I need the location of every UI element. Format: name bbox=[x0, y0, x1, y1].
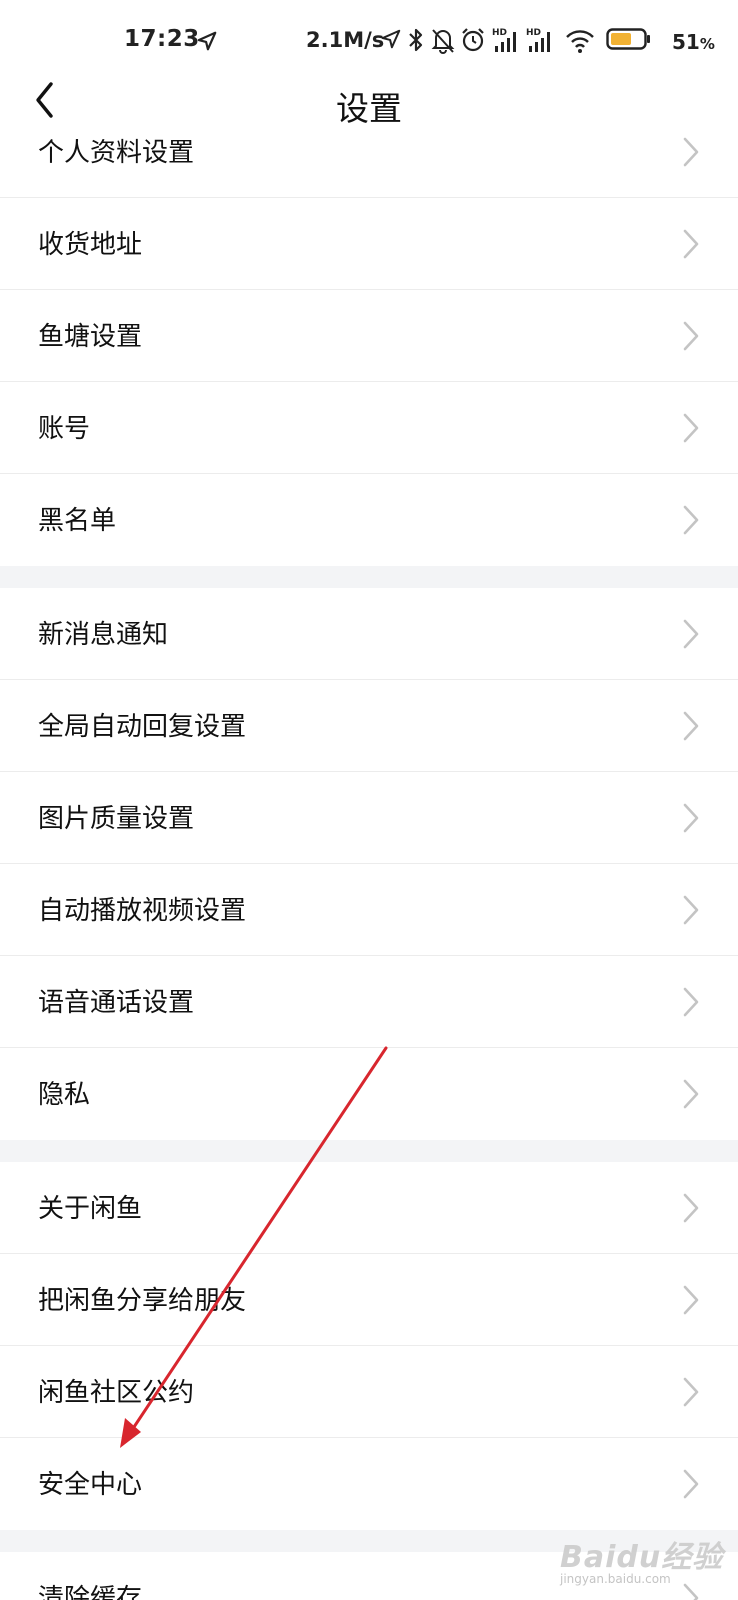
chevron-right-icon bbox=[683, 987, 699, 1017]
chevron-right-icon bbox=[683, 895, 699, 925]
chevron-right-icon bbox=[683, 1285, 699, 1315]
svg-text:HD: HD bbox=[492, 28, 507, 38]
settings-row[interactable]: 关于闲鱼 bbox=[0, 1162, 738, 1254]
settings-row-label: 收货地址 bbox=[38, 230, 143, 260]
settings-row[interactable]: 语音通话设置 bbox=[0, 956, 738, 1048]
chevron-right-icon bbox=[683, 1079, 699, 1109]
signal-icon: HD bbox=[492, 28, 516, 52]
bluetooth-icon bbox=[409, 28, 423, 52]
wifi-icon bbox=[566, 30, 594, 53]
settings-row-label: 隐私 bbox=[38, 1080, 91, 1110]
bell-muted-icon bbox=[431, 29, 455, 54]
chevron-right-icon bbox=[683, 1469, 699, 1499]
chevron-right-icon bbox=[683, 505, 699, 535]
settings-list: 个人资料设置 收货地址 鱼塘设置 账号 黑名单 新消息通知 全局自动回复设置 图片质量设置 自动… bbox=[0, 0, 738, 1600]
settings-row-label: 关于闲鱼 bbox=[38, 1194, 143, 1224]
settings-row-label: 黑名单 bbox=[38, 506, 117, 536]
settings-row-label: 账号 bbox=[38, 414, 91, 444]
chevron-right-icon bbox=[683, 229, 699, 259]
chevron-right-icon bbox=[683, 413, 699, 443]
section-gap bbox=[0, 1140, 738, 1162]
settings-row-label: 自动播放视频设置 bbox=[38, 896, 247, 926]
settings-row-label: 全局自动回复设置 bbox=[38, 712, 247, 742]
chevron-right-icon bbox=[683, 1583, 699, 1600]
status-time: 17:23 bbox=[124, 26, 200, 52]
chevron-right-icon bbox=[683, 619, 699, 649]
location-arrow-icon bbox=[197, 31, 217, 51]
settings-row-label: 清除缓存 bbox=[38, 1584, 143, 1600]
signal-icon: HD bbox=[526, 28, 550, 52]
settings-row[interactable]: 闲鱼社区公约 bbox=[0, 1346, 738, 1438]
chevron-right-icon bbox=[683, 803, 699, 833]
settings-row-label: 鱼塘设置 bbox=[38, 322, 143, 352]
settings-row[interactable]: 账号 bbox=[0, 382, 738, 474]
settings-row[interactable]: 清除缓存 bbox=[0, 1552, 738, 1600]
settings-row-label: 安全中心 bbox=[38, 1470, 143, 1500]
settings-row-label: 图片质量设置 bbox=[38, 804, 195, 834]
settings-row[interactable]: 隐私 bbox=[0, 1048, 738, 1140]
network-speed: 2.1M/s bbox=[306, 28, 385, 52]
alarm-icon bbox=[462, 28, 484, 52]
settings-row-label: 闲鱼社区公约 bbox=[38, 1378, 195, 1408]
chevron-right-icon bbox=[683, 711, 699, 741]
settings-row[interactable]: 鱼塘设置 bbox=[0, 290, 738, 382]
chevron-right-icon bbox=[683, 1193, 699, 1223]
settings-row[interactable]: 黑名单 bbox=[0, 474, 738, 566]
chevron-right-icon bbox=[683, 321, 699, 351]
section-gap bbox=[0, 1530, 738, 1552]
settings-row-label: 新消息通知 bbox=[38, 620, 169, 650]
settings-row-label: 语音通话设置 bbox=[38, 988, 195, 1018]
nav-bar: 设置 bbox=[0, 60, 738, 144]
section-gap bbox=[0, 566, 738, 588]
settings-row[interactable]: 图片质量设置 bbox=[0, 772, 738, 864]
settings-row[interactable]: 自动播放视频设置 bbox=[0, 864, 738, 956]
battery-icon bbox=[606, 28, 650, 50]
location-arrow-icon bbox=[381, 29, 401, 49]
settings-row[interactable]: 把闲鱼分享给朋友 bbox=[0, 1254, 738, 1346]
page-title: 设置 bbox=[336, 89, 402, 128]
settings-row[interactable]: 安全中心 bbox=[0, 1438, 738, 1530]
settings-row[interactable]: 新消息通知 bbox=[0, 588, 738, 680]
chevron-right-icon bbox=[683, 1377, 699, 1407]
settings-row-label: 把闲鱼分享给朋友 bbox=[38, 1286, 247, 1316]
battery-percent: 51% bbox=[672, 30, 715, 54]
svg-text:HD: HD bbox=[526, 28, 541, 38]
settings-row[interactable]: 全局自动回复设置 bbox=[0, 680, 738, 772]
settings-row[interactable]: 收货地址 bbox=[0, 198, 738, 290]
